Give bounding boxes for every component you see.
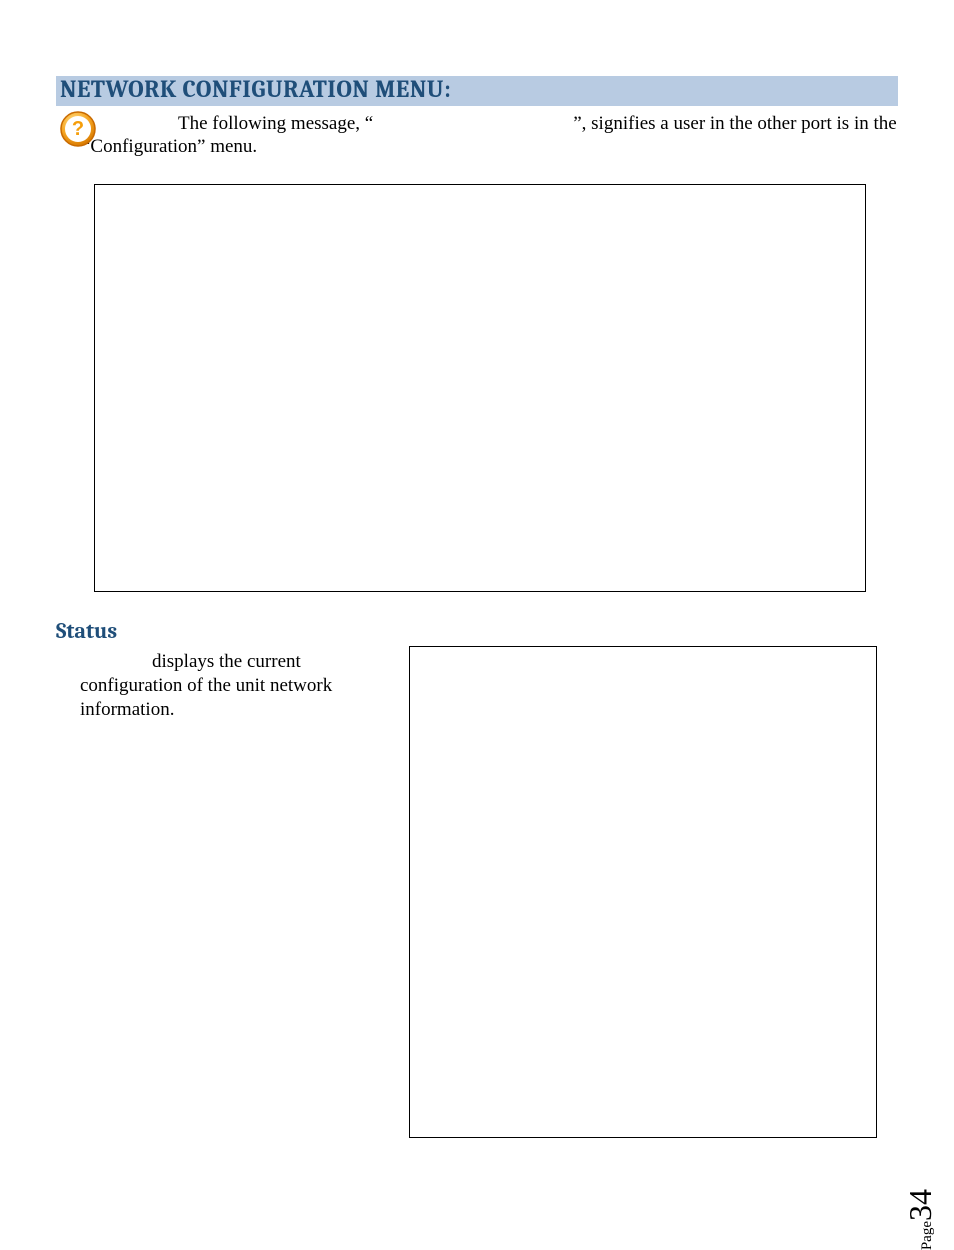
document-page: NETWORK CONFIGURATION MENU: ? The follow…	[0, 0, 954, 1235]
figure-placeholder-large	[94, 184, 866, 592]
intro-paragraph: The following message, “”, signifies a u…	[82, 112, 898, 160]
section-heading: NETWORK CONFIGURATION MENU:	[56, 76, 898, 106]
help-icon: ?	[58, 110, 98, 155]
page-number-value: 34	[902, 1189, 938, 1221]
page-label: Page	[919, 1221, 935, 1250]
svg-text:?: ?	[72, 118, 84, 140]
figure-placeholder-right	[409, 646, 877, 1138]
status-paragraph: displays the current configuration of th…	[80, 650, 370, 721]
page-number: Page34	[904, 1189, 936, 1250]
intro-part1: The following message, “	[178, 113, 373, 134]
status-body: displays the current configuration of th…	[80, 651, 332, 720]
intro-block: ? The following message, “”, signifies a…	[56, 112, 898, 160]
status-subheading: Status	[56, 618, 117, 644]
